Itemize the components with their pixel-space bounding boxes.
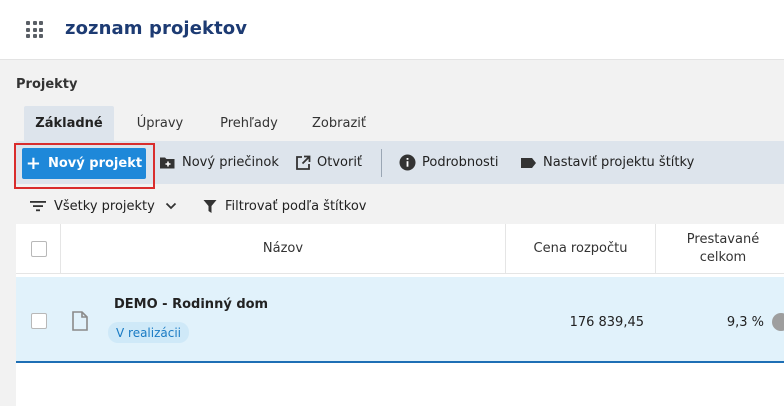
tab-upravy[interactable]: Úpravy [124,106,196,141]
info-icon [399,154,416,171]
projects-table: Názov Cena rozpočtu Prestavané celkom DE… [16,224,784,406]
new-folder-button[interactable]: Nový priečinok [159,141,279,184]
tab-zobrazit[interactable]: Zobraziť [300,106,378,141]
chevron-down-icon [165,202,176,210]
table-row[interactable]: DEMO - Rodinný dom V realizácii 176 839,… [16,277,784,363]
all-projects-label: Všetky projekty [54,198,155,214]
set-tags-label: Nastaviť projektu štítky [543,155,695,170]
details-label: Podrobnosti [422,155,499,170]
filter-lines-icon [30,201,46,212]
toolbar-separator [381,149,382,177]
tab-zakladne[interactable]: Základné [24,106,114,141]
column-header-built-total[interactable]: Prestavané celkom [668,224,778,274]
new-project-label: Nový projekt [48,156,143,171]
new-folder-icon [160,157,175,169]
column-separator [655,224,656,274]
built-percent: 9,3 % [726,315,764,330]
select-all-checkbox[interactable] [31,241,47,257]
progress-circle-icon [772,313,784,331]
section-title: Projekty [16,77,78,92]
project-name[interactable]: DEMO - Rodinný dom [114,297,268,312]
details-button[interactable]: Podrobnosti [399,141,499,184]
filter-by-tags-label: Filtrovať podľa štítkov [225,198,367,214]
open-external-icon [296,155,311,170]
tag-icon [521,157,536,168]
filter-row: Všetky projekty Filtrovať podľa štítkov [16,188,784,224]
document-icon [72,311,88,331]
status-badge: V realizácii [108,322,190,343]
page-title: zoznam projektov [65,18,248,39]
all-projects-dropdown[interactable]: Všetky projekty [30,188,177,224]
tab-prehlady[interactable]: Prehľady [208,106,290,141]
open-button[interactable]: Otvoriť [295,141,362,184]
filter-by-tags-button[interactable]: Filtrovať podľa štítkov [203,188,366,224]
set-tags-button[interactable]: Nastaviť projektu štítky [520,141,694,184]
row-checkbox[interactable] [31,313,47,329]
column-header-name[interactable]: Názov [61,224,505,274]
funnel-icon [203,199,217,213]
table-header: Názov Cena rozpočtu Prestavané celkom [16,224,784,274]
top-bar: zoznam projektov [0,0,784,60]
column-header-budget[interactable]: Cena rozpočtu [506,224,655,274]
budget-price: 176 839,45 [569,315,644,330]
new-project-button[interactable]: + Nový projekt [22,148,146,179]
apps-grid-icon[interactable] [26,21,43,38]
open-label: Otvoriť [317,155,363,170]
plus-icon: + [25,152,41,174]
new-folder-label: Nový priečinok [182,155,279,170]
